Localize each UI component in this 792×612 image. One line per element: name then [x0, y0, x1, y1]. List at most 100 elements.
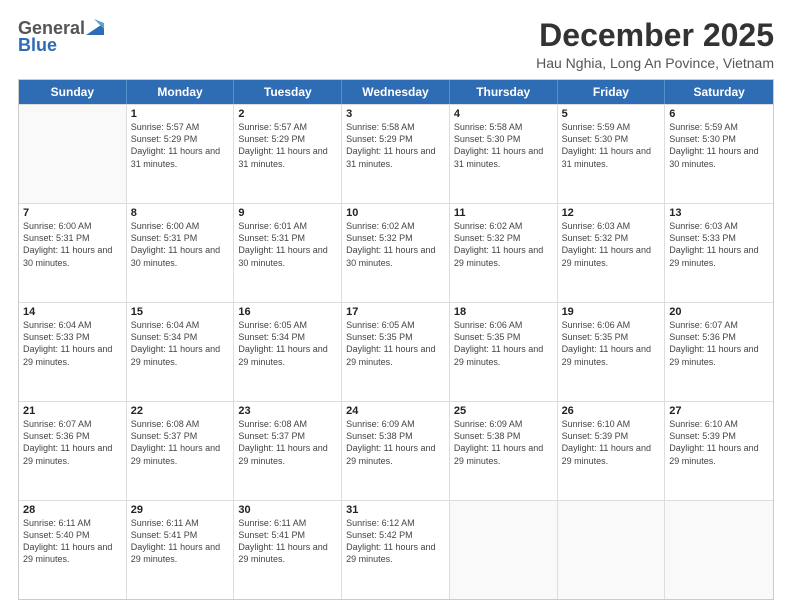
day-info: Sunrise: 6:07 AMSunset: 5:36 PMDaylight:… [669, 319, 769, 368]
day-header-thursday: Thursday [450, 80, 558, 104]
day-number: 30 [238, 504, 337, 516]
day-header-sunday: Sunday [19, 80, 127, 104]
day-number: 12 [562, 207, 661, 219]
calendar-cell: 17Sunrise: 6:05 AMSunset: 5:35 PMDayligh… [342, 303, 450, 401]
day-number: 26 [562, 405, 661, 417]
day-number: 16 [238, 306, 337, 318]
day-number: 17 [346, 306, 445, 318]
day-header-friday: Friday [558, 80, 666, 104]
calendar: SundayMondayTuesdayWednesdayThursdayFrid… [18, 79, 774, 600]
day-number: 6 [669, 108, 769, 120]
day-info: Sunrise: 6:10 AMSunset: 5:39 PMDaylight:… [669, 418, 769, 467]
calendar-cell: 2Sunrise: 5:57 AMSunset: 5:29 PMDaylight… [234, 105, 342, 203]
day-header-saturday: Saturday [665, 80, 773, 104]
day-number: 21 [23, 405, 122, 417]
day-number: 25 [454, 405, 553, 417]
calendar-cell: 5Sunrise: 5:59 AMSunset: 5:30 PMDaylight… [558, 105, 666, 203]
day-info: Sunrise: 6:00 AMSunset: 5:31 PMDaylight:… [131, 220, 230, 269]
day-info: Sunrise: 6:04 AMSunset: 5:34 PMDaylight:… [131, 319, 230, 368]
day-header-monday: Monday [127, 80, 235, 104]
day-info: Sunrise: 5:58 AMSunset: 5:30 PMDaylight:… [454, 121, 553, 170]
day-info: Sunrise: 6:03 AMSunset: 5:32 PMDaylight:… [562, 220, 661, 269]
calendar-row: 14Sunrise: 6:04 AMSunset: 5:33 PMDayligh… [19, 302, 773, 401]
day-info: Sunrise: 6:08 AMSunset: 5:37 PMDaylight:… [131, 418, 230, 467]
day-number: 10 [346, 207, 445, 219]
calendar-cell: 6Sunrise: 5:59 AMSunset: 5:30 PMDaylight… [665, 105, 773, 203]
day-info: Sunrise: 6:00 AMSunset: 5:31 PMDaylight:… [23, 220, 122, 269]
calendar-cell [558, 501, 666, 599]
day-info: Sunrise: 6:01 AMSunset: 5:31 PMDaylight:… [238, 220, 337, 269]
calendar-row: 28Sunrise: 6:11 AMSunset: 5:40 PMDayligh… [19, 500, 773, 599]
calendar-cell: 14Sunrise: 6:04 AMSunset: 5:33 PMDayligh… [19, 303, 127, 401]
day-number: 15 [131, 306, 230, 318]
calendar-cell: 23Sunrise: 6:08 AMSunset: 5:37 PMDayligh… [234, 402, 342, 500]
day-number: 1 [131, 108, 230, 120]
day-number: 19 [562, 306, 661, 318]
calendar-cell: 8Sunrise: 6:00 AMSunset: 5:31 PMDaylight… [127, 204, 235, 302]
day-info: Sunrise: 6:11 AMSunset: 5:40 PMDaylight:… [23, 517, 122, 566]
calendar-cell: 1Sunrise: 5:57 AMSunset: 5:29 PMDaylight… [127, 105, 235, 203]
day-number: 27 [669, 405, 769, 417]
calendar-cell: 22Sunrise: 6:08 AMSunset: 5:37 PMDayligh… [127, 402, 235, 500]
day-number: 4 [454, 108, 553, 120]
calendar-header: SundayMondayTuesdayWednesdayThursdayFrid… [19, 80, 773, 104]
calendar-cell: 16Sunrise: 6:05 AMSunset: 5:34 PMDayligh… [234, 303, 342, 401]
calendar-cell: 24Sunrise: 6:09 AMSunset: 5:38 PMDayligh… [342, 402, 450, 500]
calendar-cell: 3Sunrise: 5:58 AMSunset: 5:29 PMDaylight… [342, 105, 450, 203]
calendar-cell [19, 105, 127, 203]
day-number: 20 [669, 306, 769, 318]
day-info: Sunrise: 6:03 AMSunset: 5:33 PMDaylight:… [669, 220, 769, 269]
calendar-cell: 13Sunrise: 6:03 AMSunset: 5:33 PMDayligh… [665, 204, 773, 302]
day-number: 3 [346, 108, 445, 120]
calendar-cell: 9Sunrise: 6:01 AMSunset: 5:31 PMDaylight… [234, 204, 342, 302]
day-number: 2 [238, 108, 337, 120]
day-info: Sunrise: 5:57 AMSunset: 5:29 PMDaylight:… [131, 121, 230, 170]
day-number: 28 [23, 504, 122, 516]
subtitle: Hau Nghia, Long An Povince, Vietnam [536, 55, 774, 71]
day-number: 9 [238, 207, 337, 219]
day-number: 7 [23, 207, 122, 219]
calendar-page: General Blue December 2025 Hau Nghia, Lo… [0, 0, 792, 612]
day-info: Sunrise: 6:02 AMSunset: 5:32 PMDaylight:… [454, 220, 553, 269]
day-info: Sunrise: 6:11 AMSunset: 5:41 PMDaylight:… [238, 517, 337, 566]
day-info: Sunrise: 5:58 AMSunset: 5:29 PMDaylight:… [346, 121, 445, 170]
header: General Blue December 2025 Hau Nghia, Lo… [18, 18, 774, 71]
calendar-row: 7Sunrise: 6:00 AMSunset: 5:31 PMDaylight… [19, 203, 773, 302]
day-info: Sunrise: 6:07 AMSunset: 5:36 PMDaylight:… [23, 418, 122, 467]
logo-icon [86, 19, 104, 35]
day-info: Sunrise: 6:08 AMSunset: 5:37 PMDaylight:… [238, 418, 337, 467]
day-info: Sunrise: 6:09 AMSunset: 5:38 PMDaylight:… [346, 418, 445, 467]
calendar-row: 21Sunrise: 6:07 AMSunset: 5:36 PMDayligh… [19, 401, 773, 500]
day-info: Sunrise: 6:12 AMSunset: 5:42 PMDaylight:… [346, 517, 445, 566]
day-number: 14 [23, 306, 122, 318]
day-info: Sunrise: 6:05 AMSunset: 5:34 PMDaylight:… [238, 319, 337, 368]
calendar-cell [665, 501, 773, 599]
day-info: Sunrise: 5:57 AMSunset: 5:29 PMDaylight:… [238, 121, 337, 170]
calendar-cell: 4Sunrise: 5:58 AMSunset: 5:30 PMDaylight… [450, 105, 558, 203]
day-info: Sunrise: 6:04 AMSunset: 5:33 PMDaylight:… [23, 319, 122, 368]
calendar-cell: 10Sunrise: 6:02 AMSunset: 5:32 PMDayligh… [342, 204, 450, 302]
day-info: Sunrise: 5:59 AMSunset: 5:30 PMDaylight:… [562, 121, 661, 170]
calendar-cell: 20Sunrise: 6:07 AMSunset: 5:36 PMDayligh… [665, 303, 773, 401]
calendar-cell: 12Sunrise: 6:03 AMSunset: 5:32 PMDayligh… [558, 204, 666, 302]
calendar-row: 1Sunrise: 5:57 AMSunset: 5:29 PMDaylight… [19, 104, 773, 203]
calendar-cell [450, 501, 558, 599]
day-info: Sunrise: 6:06 AMSunset: 5:35 PMDaylight:… [454, 319, 553, 368]
logo: General Blue [18, 18, 104, 56]
day-number: 18 [454, 306, 553, 318]
month-title: December 2025 [536, 18, 774, 53]
day-number: 13 [669, 207, 769, 219]
calendar-cell: 15Sunrise: 6:04 AMSunset: 5:34 PMDayligh… [127, 303, 235, 401]
day-number: 22 [131, 405, 230, 417]
day-info: Sunrise: 6:05 AMSunset: 5:35 PMDaylight:… [346, 319, 445, 368]
day-info: Sunrise: 6:10 AMSunset: 5:39 PMDaylight:… [562, 418, 661, 467]
calendar-cell: 7Sunrise: 6:00 AMSunset: 5:31 PMDaylight… [19, 204, 127, 302]
calendar-cell: 25Sunrise: 6:09 AMSunset: 5:38 PMDayligh… [450, 402, 558, 500]
calendar-cell: 18Sunrise: 6:06 AMSunset: 5:35 PMDayligh… [450, 303, 558, 401]
day-info: Sunrise: 6:02 AMSunset: 5:32 PMDaylight:… [346, 220, 445, 269]
day-number: 29 [131, 504, 230, 516]
day-number: 5 [562, 108, 661, 120]
day-header-wednesday: Wednesday [342, 80, 450, 104]
calendar-body: 1Sunrise: 5:57 AMSunset: 5:29 PMDaylight… [19, 104, 773, 599]
day-info: Sunrise: 6:06 AMSunset: 5:35 PMDaylight:… [562, 319, 661, 368]
